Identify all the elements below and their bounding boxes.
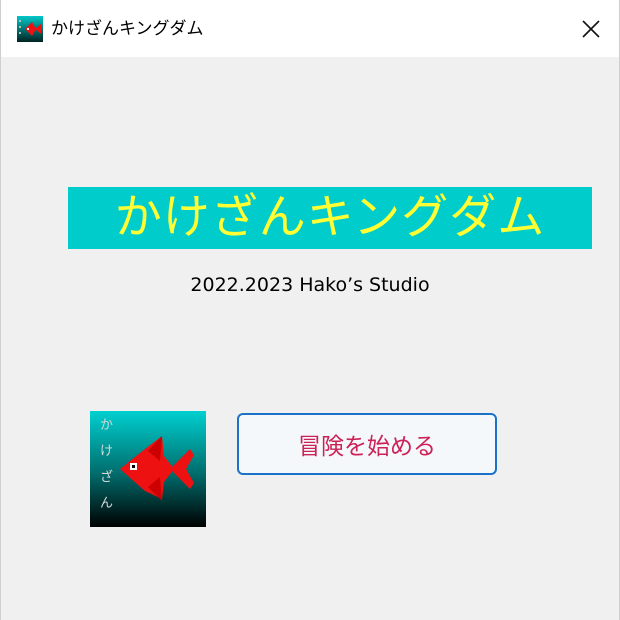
title-bar: かけざんキングダム — [1, 0, 619, 57]
start-adventure-label: 冒険を始める — [298, 434, 436, 460]
logo-char: ざ — [100, 469, 113, 485]
fish-app-icon — [17, 16, 43, 42]
app-window: かけざんキングダム かけざんキングダム 2022.2023 Hako’s Stu… — [0, 0, 620, 620]
close-button[interactable] — [563, 0, 619, 57]
window-title: かけざんキングダム — [51, 19, 204, 39]
logo-char: か — [100, 418, 113, 433]
start-adventure-button[interactable]: 冒険を始める — [237, 413, 497, 475]
logo-char: け — [100, 444, 113, 459]
title-banner: かけざんキングダム — [68, 187, 592, 249]
red-fish-logo-icon: かけざん — [90, 411, 206, 527]
copyright-text: 2022.2023 Hako’s Studio — [190, 274, 430, 296]
banner-title: かけざんキングダム — [114, 190, 546, 245]
logo-char: ん — [100, 496, 113, 511]
close-icon — [582, 19, 600, 38]
